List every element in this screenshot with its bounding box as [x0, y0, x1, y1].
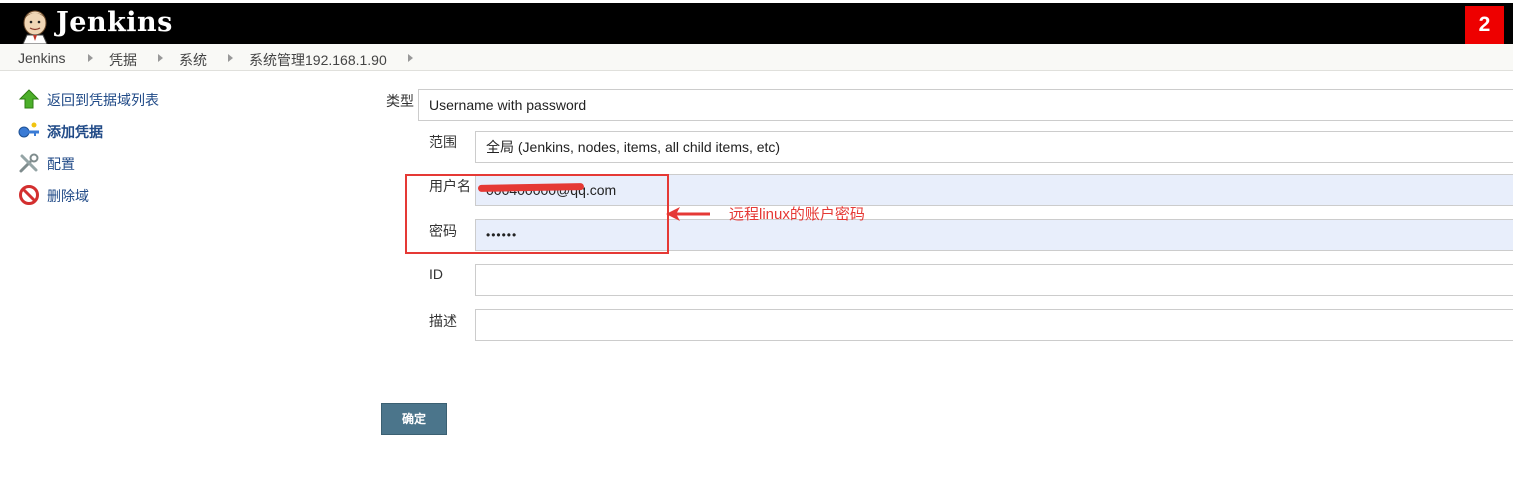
breadcrumb: Jenkins 凭据 系统 系统管理192.168.1.90	[0, 44, 1513, 71]
breadcrumb-domain[interactable]: 系统管理192.168.1.90	[249, 50, 387, 70]
submit-button[interactable]: 确定	[381, 403, 447, 435]
no-entry-icon	[19, 185, 39, 205]
notification-badge[interactable]: 2	[1465, 6, 1504, 44]
breadcrumb-chevron-icon[interactable]	[408, 54, 413, 62]
annotation-text: 远程linux的账户密码	[729, 206, 865, 223]
description-input[interactable]	[475, 309, 1513, 341]
brand-title[interactable]: Jenkins	[56, 7, 173, 38]
up-arrow-icon	[18, 89, 40, 109]
kind-label: 类型	[386, 93, 414, 109]
id-input[interactable]	[475, 264, 1513, 296]
breadcrumb-chevron-icon[interactable]	[158, 54, 163, 62]
sidebar-item-label: 添加凭据	[47, 124, 103, 140]
sidebar-item-label: 删除域	[47, 188, 89, 204]
breadcrumb-chevron-icon[interactable]	[88, 54, 93, 62]
annotation-highlight-box	[405, 174, 669, 254]
breadcrumb-jenkins[interactable]: Jenkins	[18, 50, 65, 66]
kind-select[interactable]: Username with password	[418, 89, 1513, 121]
jenkins-butler-logo-icon[interactable]	[18, 8, 52, 44]
sidebar-item-label: 返回到凭据域列表	[47, 92, 159, 108]
key-icon	[18, 122, 39, 138]
breadcrumb-system[interactable]: 系统	[179, 50, 207, 70]
breadcrumb-chevron-icon[interactable]	[228, 54, 233, 62]
tools-icon	[19, 153, 39, 173]
scope-select[interactable]: 全局 (Jenkins, nodes, items, all child ite…	[475, 131, 1513, 163]
sidebar-item-label: 配置	[47, 156, 75, 172]
scope-label: 范围	[429, 134, 457, 150]
annotation-arrow-icon	[666, 207, 710, 221]
description-label: 描述	[429, 313, 457, 329]
top-header: Jenkins 2	[0, 0, 1513, 44]
breadcrumb-credentials[interactable]: 凭据	[109, 50, 137, 70]
id-label: ID	[429, 266, 443, 282]
